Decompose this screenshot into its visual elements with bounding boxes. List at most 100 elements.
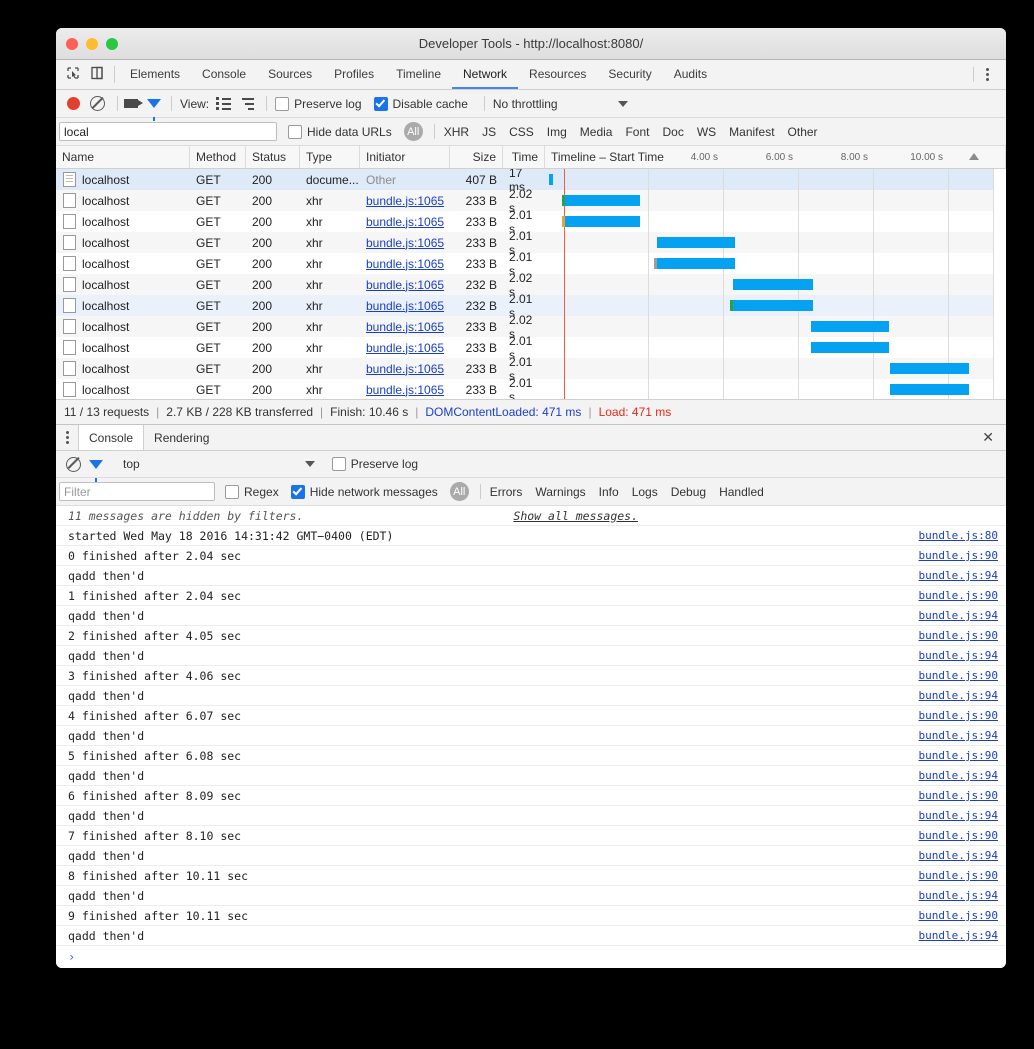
- console-message-source-link[interactable]: bundle.js:90: [919, 549, 998, 562]
- console-message-source-link[interactable]: bundle.js:94: [919, 729, 998, 742]
- capture-screenshots-icon[interactable]: [124, 99, 143, 108]
- waterfall-bar[interactable]: [549, 174, 553, 185]
- network-filter-input[interactable]: [59, 122, 277, 141]
- filter-type-media[interactable]: Media: [580, 125, 613, 139]
- console-message-source-link[interactable]: bundle.js:90: [919, 629, 998, 642]
- console-message-source-link[interactable]: bundle.js:90: [919, 789, 998, 802]
- record-button[interactable]: [67, 97, 80, 110]
- cell-initiator[interactable]: bundle.js:1065: [360, 274, 450, 295]
- clear-console-icon[interactable]: [66, 456, 81, 472]
- console-message-source-link[interactable]: bundle.js:94: [919, 769, 998, 782]
- waterfall-scrollbar[interactable]: [993, 169, 1006, 190]
- execution-context-value[interactable]: top: [123, 457, 140, 471]
- console-message-source-link[interactable]: bundle.js:90: [919, 709, 998, 722]
- console-message-source-link[interactable]: bundle.js:94: [919, 929, 998, 942]
- hide-data-urls-checkbox[interactable]: Hide data URLs: [288, 124, 392, 139]
- waterfall-scrollbar[interactable]: [993, 232, 1006, 253]
- tab-resources[interactable]: Resources: [518, 60, 597, 89]
- list-view-icon[interactable]: [216, 97, 232, 110]
- cell-initiator[interactable]: bundle.js:1065: [360, 232, 450, 253]
- console-message-source-link[interactable]: bundle.js:90: [919, 669, 998, 682]
- waterfall-bar[interactable]: [654, 258, 735, 269]
- toggle-device-toolbar-icon[interactable]: [90, 66, 104, 83]
- cell-initiator[interactable]: bundle.js:1065: [360, 379, 450, 399]
- maximize-window-button[interactable]: [106, 37, 118, 50]
- console-level-debug[interactable]: Debug: [671, 485, 706, 499]
- column-header-waterfall[interactable]: Timeline – Start Time 4.00 s 6.00 s 8.00 s…: [545, 146, 1006, 168]
- filter-type-js[interactable]: JS: [482, 125, 496, 139]
- cell-initiator[interactable]: bundle.js:1065: [360, 253, 450, 274]
- filter-type-all[interactable]: All: [403, 122, 423, 141]
- preserve-log-checkbox[interactable]: Preserve log: [275, 96, 362, 111]
- throttling-select[interactable]: No throttling: [493, 97, 628, 111]
- filter-type-font[interactable]: Font: [625, 125, 649, 139]
- filter-type-ws[interactable]: WS: [697, 125, 716, 139]
- waterfall-scrollbar[interactable]: [993, 295, 1006, 316]
- drawer-more-options-icon[interactable]: [56, 425, 78, 450]
- filter-type-manifest[interactable]: Manifest: [729, 125, 774, 139]
- tab-console[interactable]: Console: [191, 60, 257, 89]
- filter-type-css[interactable]: CSS: [509, 125, 534, 139]
- cell-initiator[interactable]: bundle.js:1065: [360, 211, 450, 232]
- console-message-source-link[interactable]: bundle.js:94: [919, 809, 998, 822]
- waterfall-bar[interactable]: [730, 300, 813, 311]
- console-message-source-link[interactable]: bundle.js:94: [919, 609, 998, 622]
- hide-network-messages-checkbox[interactable]: Hide network messages: [290, 484, 438, 499]
- filter-type-doc[interactable]: Doc: [662, 125, 683, 139]
- close-window-button[interactable]: [66, 37, 78, 50]
- filter-icon[interactable]: [147, 99, 161, 121]
- cell-initiator[interactable]: bundle.js:1065: [360, 190, 450, 211]
- column-header-name[interactable]: Name: [56, 146, 190, 168]
- console-preserve-log-checkbox[interactable]: Preserve log: [331, 457, 418, 471]
- waterfall-scrollbar[interactable]: [993, 274, 1006, 295]
- console-level-warnings[interactable]: Warnings: [535, 485, 585, 499]
- waterfall-bar[interactable]: [890, 363, 969, 374]
- table-row[interactable]: localhost GET 200 xhr bundle.js:1065 233 B 2.0…: [56, 376, 1006, 399]
- waterfall-scrollbar[interactable]: [993, 190, 1006, 211]
- disable-cache-checkbox[interactable]: Disable cache: [373, 96, 468, 111]
- drawer-tab-rendering[interactable]: Rendering: [144, 425, 219, 450]
- waterfall-bar[interactable]: [811, 342, 889, 353]
- tab-profiles[interactable]: Profiles: [323, 60, 385, 89]
- console-message-source-link[interactable]: bundle.js:90: [919, 909, 998, 922]
- waterfall-bar[interactable]: [811, 321, 889, 332]
- tab-network[interactable]: Network: [452, 60, 519, 89]
- waterfall-scrollbar[interactable]: [993, 253, 1006, 274]
- column-header-initiator[interactable]: Initiator: [360, 146, 450, 168]
- regex-checkbox[interactable]: Regex: [225, 484, 279, 499]
- filter-type-img[interactable]: Img: [547, 125, 567, 139]
- waterfall-scrollbar[interactable]: [993, 337, 1006, 358]
- cell-initiator[interactable]: bundle.js:1065: [360, 337, 450, 358]
- close-drawer-icon[interactable]: ✕: [970, 425, 1006, 450]
- console-message-source-link[interactable]: bundle.js:94: [919, 649, 998, 662]
- console-prompt[interactable]: ›: [56, 946, 1006, 968]
- waterfall-bar[interactable]: [733, 279, 813, 290]
- console-filter-icon[interactable]: [89, 459, 103, 482]
- console-message-source-link[interactable]: bundle.js:90: [919, 749, 998, 762]
- console-level-all[interactable]: All: [449, 482, 469, 501]
- cell-initiator[interactable]: bundle.js:1065: [360, 316, 450, 337]
- tab-timeline[interactable]: Timeline: [385, 60, 452, 89]
- drawer-tab-console[interactable]: Console: [78, 425, 145, 450]
- waterfall-bar[interactable]: [657, 237, 735, 248]
- clear-icon[interactable]: [90, 96, 105, 111]
- cell-initiator[interactable]: bundle.js:1065: [360, 358, 450, 379]
- cell-initiator[interactable]: bundle.js:1065: [360, 295, 450, 316]
- column-header-type[interactable]: Type: [300, 146, 360, 168]
- console-level-logs[interactable]: Logs: [632, 485, 658, 499]
- filter-type-xhr[interactable]: XHR: [444, 125, 469, 139]
- column-header-time[interactable]: Time: [503, 146, 545, 168]
- minimize-window-button[interactable]: [86, 37, 98, 50]
- tab-security[interactable]: Security: [597, 60, 662, 89]
- console-level-handled[interactable]: Handled: [719, 485, 764, 499]
- waterfall-scrollbar[interactable]: [993, 316, 1006, 337]
- waterfall-bar[interactable]: [890, 384, 969, 395]
- execution-context-chevron-icon[interactable]: [304, 461, 315, 467]
- waterfall-scrollbar[interactable]: [993, 358, 1006, 379]
- console-level-info[interactable]: Info: [599, 485, 619, 499]
- sort-ascending-icon[interactable]: [969, 153, 979, 160]
- tab-sources[interactable]: Sources: [257, 60, 323, 89]
- column-header-size[interactable]: Size: [450, 146, 503, 168]
- more-options-icon[interactable]: [978, 68, 997, 81]
- grouped-view-icon[interactable]: [242, 97, 255, 110]
